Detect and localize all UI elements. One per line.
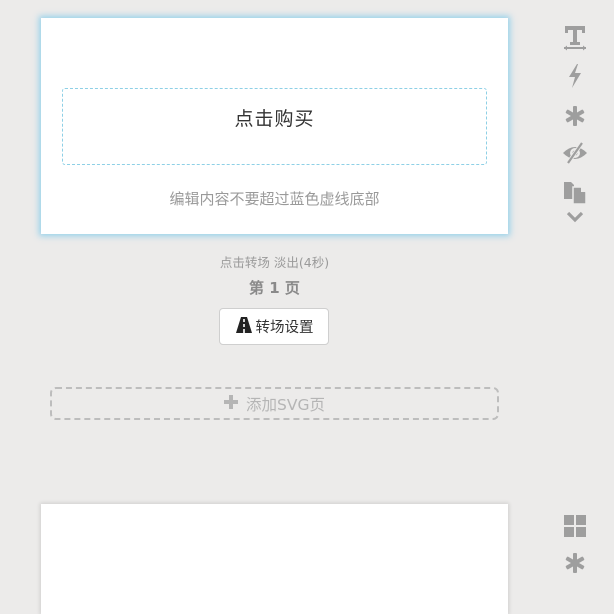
edit-zone[interactable]: 点击购买: [62, 88, 487, 165]
transition-settings-label: 转场设置: [255, 320, 314, 336]
text-icon: [563, 25, 587, 55]
eye-slash-icon: [561, 141, 589, 169]
text-tool-button[interactable]: [560, 26, 590, 54]
effect-tool-button-page-2[interactable]: [560, 551, 590, 579]
visibility-tool-button[interactable]: [560, 141, 590, 169]
page-number-label: 第 1 页: [249, 279, 300, 297]
asterisk-icon: [564, 105, 586, 131]
layout-tool-button[interactable]: [560, 514, 590, 542]
add-svg-page-label: 添加SVG页: [246, 395, 325, 414]
page-card-1[interactable]: 点击购买 编辑内容不要超过蓝色虚线底部: [41, 18, 508, 234]
edit-zone-text[interactable]: 点击购买: [63, 104, 486, 131]
transition-settings-button[interactable]: 转场设置: [219, 308, 329, 345]
add-svg-page-button[interactable]: 添加SVG页: [50, 387, 499, 420]
animation-tool-button[interactable]: [560, 64, 590, 92]
transition-info: 点击转场 淡出(4秒): [219, 255, 330, 270]
lightning-icon: [566, 63, 584, 93]
chevron-down-icon: [566, 208, 584, 227]
asterisk-icon: [564, 552, 586, 578]
grid-icon: [563, 514, 587, 542]
page-card-2[interactable]: [41, 504, 508, 614]
copy-icon: [562, 179, 588, 209]
effect-tool-button[interactable]: [560, 104, 590, 132]
road-icon: [235, 316, 253, 338]
edit-hint-text: 编辑内容不要超过蓝色虚线底部: [169, 190, 380, 208]
more-tools-button[interactable]: [560, 208, 590, 226]
copy-tool-button[interactable]: [560, 180, 590, 208]
plus-icon: [224, 394, 239, 413]
